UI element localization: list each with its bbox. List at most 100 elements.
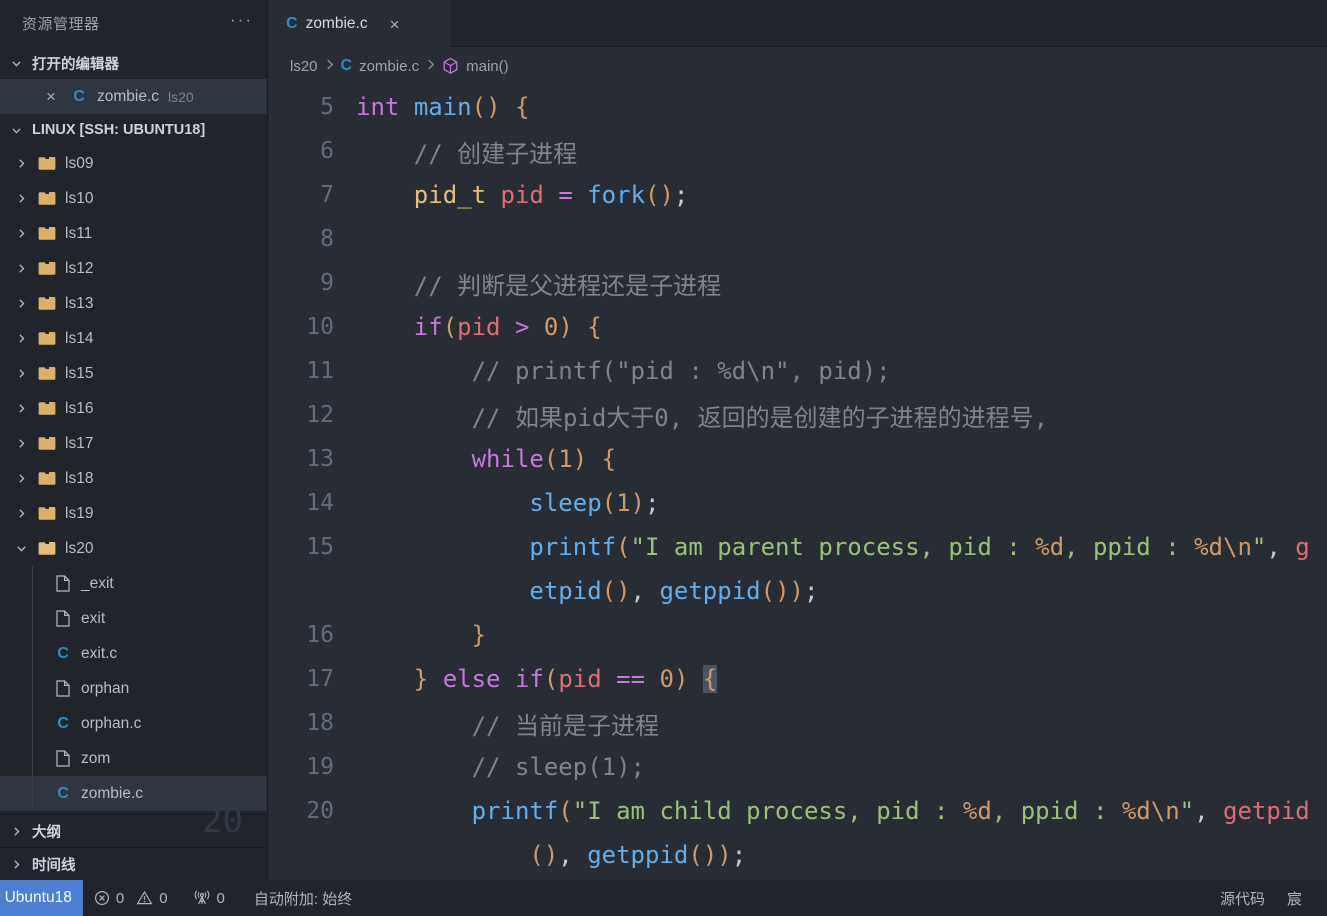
breadcrumb-symbol[interactable]: main() xyxy=(442,57,509,75)
code-line-20-wrap[interactable]: (), getppid()); xyxy=(268,833,1327,877)
tree-indent-guide xyxy=(32,706,33,741)
vscode-window: 资源管理器 ··· 打开的编辑器 × C zombie.c ls20 LINUX… xyxy=(0,0,1327,916)
tree-indent-guide xyxy=(32,601,33,636)
c-file-icon: C xyxy=(286,15,298,32)
tree-folder-label: ls15 xyxy=(65,364,94,382)
line-number: 6 xyxy=(320,138,334,164)
tree-file-_exit[interactable]: _exit xyxy=(0,566,267,601)
workspace-label: LINUX [SSH: UBUNTU18] xyxy=(32,122,206,138)
breadcrumb-file[interactable]: C zombie.c xyxy=(341,57,420,75)
open-editor-item-zombie-c[interactable]: × C zombie.c ls20 xyxy=(0,79,267,114)
tree-indent-guide xyxy=(32,741,33,776)
tab-bar-empty xyxy=(451,0,1327,47)
code-line-17[interactable]: 17 } else if(pid == 0) { xyxy=(268,657,1327,701)
tree-file-label: _exit xyxy=(81,574,114,592)
source-control-indicator[interactable]: 源代码 xyxy=(1209,880,1276,916)
tree-file-exit-c[interactable]: Cexit.c xyxy=(0,636,267,671)
code-line-6[interactable]: 6 // 创建子进程 xyxy=(268,129,1327,173)
breadcrumb-symbol-label: main() xyxy=(466,57,509,75)
remote-label: : Ubuntu18 xyxy=(0,889,72,906)
code-line-11[interactable]: 11 // printf("pid : %d\n", pid); xyxy=(268,349,1327,393)
c-file-icon: C xyxy=(57,644,69,662)
breadcrumb: ls20 C zombie.c main() xyxy=(268,47,1327,85)
tree-folder-ls15[interactable]: ls15 xyxy=(0,356,267,391)
chevron-right-icon xyxy=(10,472,32,485)
section-open-editors[interactable]: 打开的编辑器 xyxy=(0,47,267,79)
code-lines[interactable]: 5 int main() {6 // 创建子进程 7 pid_t pid = for… xyxy=(268,85,1327,880)
folder-icon xyxy=(36,296,58,311)
code-editor[interactable]: 5 int main() {6 // 创建子进程 7 pid_t pid = for… xyxy=(268,85,1327,880)
tree-folder-ls19[interactable]: ls19 xyxy=(0,496,267,531)
section-workspace[interactable]: LINUX [SSH: UBUNTU18] xyxy=(0,114,267,146)
tab-label: zombie.c xyxy=(305,15,368,32)
tree-folder-ls11[interactable]: ls11 xyxy=(0,216,267,251)
code-line-16[interactable]: 16 } xyxy=(268,613,1327,657)
line-content: pid_t pid = fork(); xyxy=(413,181,689,209)
tree-folder-label: ls20 xyxy=(65,539,94,557)
tree-folder-ls16[interactable]: ls16 xyxy=(0,391,267,426)
line-number: 20 xyxy=(306,798,334,824)
code-line-12[interactable]: 12 // 如果pid大于0, 返回的是创建的子进程的进程号, xyxy=(268,393,1327,437)
explorer-title-bar: 资源管理器 ··· xyxy=(0,0,267,47)
tree-file-orphan[interactable]: orphan xyxy=(0,671,267,706)
section-open-editors-label: 打开的编辑器 xyxy=(32,56,119,73)
tree-folder-label: ls17 xyxy=(65,434,94,452)
tree-folder-ls13[interactable]: ls13 xyxy=(0,286,267,321)
code-line-8[interactable]: 8 xyxy=(268,217,1327,261)
code-line-9[interactable]: 9 // 判断是父进程还是子进程 xyxy=(268,261,1327,305)
tree-file-label: zom xyxy=(81,749,111,767)
tree-indent-guide xyxy=(32,566,33,601)
folder-icon xyxy=(36,226,58,241)
line-number: 19 xyxy=(306,754,334,780)
problems-indicator[interactable]: 0 0 xyxy=(83,880,179,916)
line-number: 11 xyxy=(306,358,334,384)
line-content: // 创建子进程 xyxy=(413,139,578,168)
line-number: 18 xyxy=(306,710,334,736)
code-line-20[interactable]: 20 printf("I am child process, pid : %d,… xyxy=(268,789,1327,833)
code-line-13[interactable]: 13 while(1) { xyxy=(268,437,1327,481)
tree-folder-ls14[interactable]: ls14 xyxy=(0,321,267,356)
folder-icon xyxy=(36,436,58,451)
tab-zombie-c[interactable]: C zombie.c × xyxy=(268,0,451,47)
remote-indicator[interactable]: : Ubuntu18 xyxy=(0,880,83,916)
folder-open-icon xyxy=(36,541,58,556)
section-timeline[interactable]: 时间线 xyxy=(0,847,267,880)
chevron-down-icon xyxy=(8,57,24,70)
code-line-15-wrap[interactable]: etpid(), getppid()); xyxy=(268,569,1327,613)
tree-folder-ls09[interactable]: ls09 xyxy=(0,146,267,181)
tree-file-label: orphan.c xyxy=(81,714,142,732)
ime-indicator[interactable]: 宸 xyxy=(1276,880,1313,916)
tree-folder-ls17[interactable]: ls17 xyxy=(0,426,267,461)
chevron-right-icon xyxy=(8,858,24,871)
folder-icon xyxy=(36,331,58,346)
tree-folder-ls18[interactable]: ls18 xyxy=(0,461,267,496)
section-outline-label: 大纲 xyxy=(32,824,61,841)
code-line-10[interactable]: 10 if(pid > 0) { xyxy=(268,305,1327,349)
tree-file-orphan-c[interactable]: Corphan.c xyxy=(0,706,267,741)
section-timeline-label: 时间线 xyxy=(32,857,76,874)
auto-attach-indicator[interactable]: 自动附加: 始终 xyxy=(236,880,363,916)
more-actions-icon[interactable]: ··· xyxy=(230,11,253,32)
explorer-sidebar: 资源管理器 ··· 打开的编辑器 × C zombie.c ls20 LINUX… xyxy=(0,0,268,880)
tree-folder-label: ls16 xyxy=(65,399,94,417)
ports-indicator[interactable]: 0 xyxy=(179,880,236,916)
tab-close-icon[interactable]: × xyxy=(390,16,400,33)
code-line-5[interactable]: 5 int main() { xyxy=(268,85,1327,129)
code-line-7[interactable]: 7 pid_t pid = fork(); xyxy=(268,173,1327,217)
chevron-right-icon xyxy=(10,437,32,450)
tree-indent-guide xyxy=(32,636,33,671)
tree-folder-ls20[interactable]: ls20 xyxy=(0,531,267,566)
window-body: 资源管理器 ··· 打开的编辑器 × C zombie.c ls20 LINUX… xyxy=(0,0,1327,880)
tree-file-zom[interactable]: zom xyxy=(0,741,267,776)
code-line-14[interactable]: 14 sleep(1); xyxy=(268,481,1327,525)
code-line-18[interactable]: 18 // 当前是子进程 xyxy=(268,701,1327,745)
tree-file-exit[interactable]: exit xyxy=(0,601,267,636)
line-number: 7 xyxy=(320,182,334,208)
breadcrumb-separator-icon xyxy=(325,58,334,74)
code-line-19[interactable]: 19 // sleep(1); xyxy=(268,745,1327,789)
code-line-15[interactable]: 15 printf("I am parent process, pid : %d… xyxy=(268,525,1327,569)
breadcrumb-folder[interactable]: ls20 xyxy=(290,58,318,75)
tree-folder-ls10[interactable]: ls10 xyxy=(0,181,267,216)
tree-folder-ls12[interactable]: ls12 xyxy=(0,251,267,286)
close-icon[interactable]: × xyxy=(40,87,62,107)
